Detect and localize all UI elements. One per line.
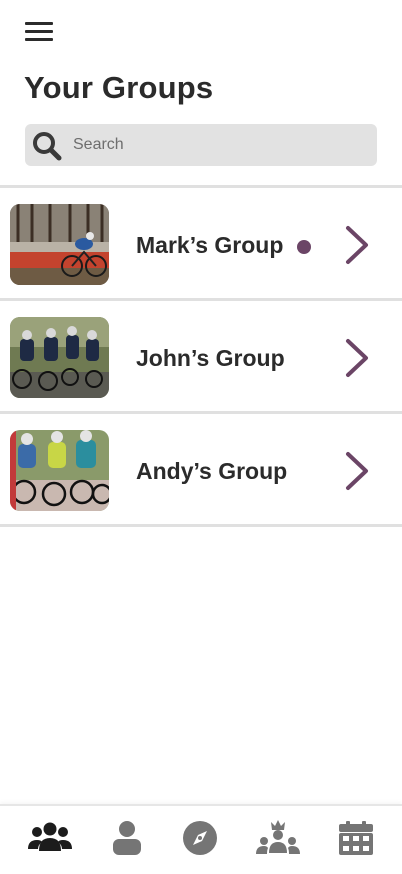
group-name: John’s Group — [136, 345, 285, 371]
chevron-right-icon[interactable] — [343, 338, 371, 378]
people-group-icon — [28, 822, 72, 851]
group-list: Mark’s Group John’s Group Andy’s Group — [0, 185, 402, 527]
nav-leaderboard-tab[interactable] — [254, 818, 302, 858]
chevron-right-icon[interactable] — [343, 451, 371, 491]
crowned-group-icon — [256, 820, 300, 854]
calendar-icon — [339, 821, 373, 855]
magnifier-icon — [33, 132, 62, 161]
group-name: Mark’s Group — [136, 232, 284, 258]
chevron-right-icon[interactable] — [343, 225, 371, 265]
bottom-nav-bar — [0, 804, 402, 874]
group-thumbnail-john — [10, 317, 109, 398]
compass-icon — [183, 821, 217, 855]
group-row-mark[interactable]: Mark’s Group — [0, 185, 402, 298]
unread-indicator-dot — [297, 240, 311, 254]
group-row-andy[interactable]: Andy’s Group — [0, 411, 402, 527]
search-bar[interactable] — [25, 124, 377, 166]
search-input[interactable] — [73, 124, 363, 166]
person-icon — [113, 821, 141, 855]
nav-calendar-tab[interactable] — [332, 818, 380, 858]
nav-profile-tab[interactable] — [103, 818, 151, 858]
group-thumbnail-mark — [10, 204, 109, 285]
group-row-john[interactable]: John’s Group — [0, 298, 402, 411]
hamburger-menu-icon[interactable] — [25, 22, 53, 42]
group-name: Andy’s Group — [136, 458, 288, 484]
nav-groups-tab[interactable] — [26, 818, 74, 858]
page-title: Your Groups — [24, 70, 214, 105]
nav-explore-tab[interactable] — [176, 818, 224, 858]
group-thumbnail-andy — [10, 430, 109, 511]
